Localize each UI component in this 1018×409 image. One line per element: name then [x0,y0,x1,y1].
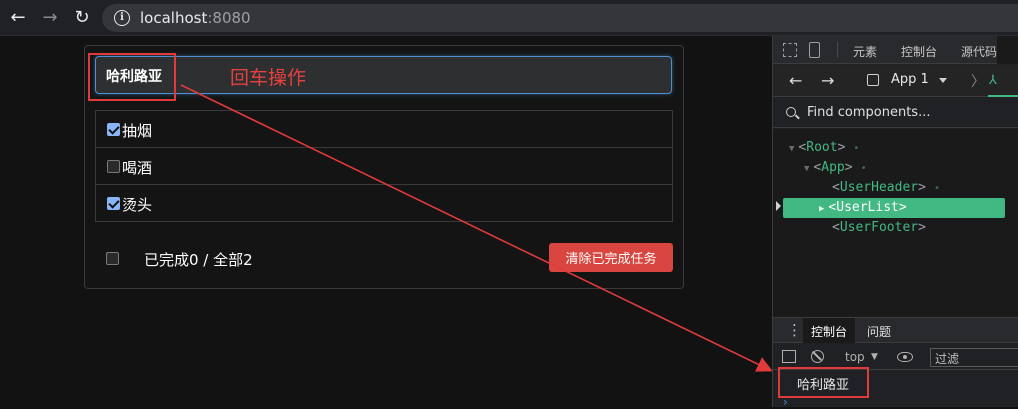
tree-node-userlist[interactable]: ▶ <UserList> [783,198,1005,218]
toolbar-divider [837,42,838,58]
collapse-triangle-icon: ▼ [804,164,810,174]
tree-node-label: UserFooter [839,220,919,235]
forward-arrow-icon[interactable]: → [38,6,62,30]
tree-node-label: UserHeader [839,180,919,195]
sidebar-toggle-icon[interactable] [782,350,796,363]
devtools-tabbar: 元素 控制台 源代码 [773,36,1018,64]
todo-input[interactable]: 哈利路亚 [95,56,672,94]
node-dot-icon: • [933,183,940,194]
tree-node-label: UserList [836,200,899,215]
find-components-input[interactable]: Find components... [807,105,930,120]
console-filter-input[interactable]: 过滤 [930,348,1018,367]
url-text: localhost:8080 [140,9,251,27]
url-port: :8080 [207,9,251,27]
active-tab-indicator [988,95,1018,97]
devtools-panel: 元素 控制台 源代码 ← → App 1 〉 ⅄ Find components… [772,36,1018,409]
annotation-input-box [88,53,176,101]
tab-overflow-strip [997,36,1018,64]
todo-app: 哈利路亚 回车操作 抽烟 喝酒 烫头 已完成0 / 全部2 清除已完成任务 [84,45,684,289]
device-toolbar-icon[interactable] [809,42,820,58]
chevron-down-icon[interactable]: ▼ [871,352,878,362]
context-selector[interactable]: top [845,350,865,364]
selection-marker-icon [776,201,781,211]
node-dot-icon: • [860,163,867,174]
tree-node-root[interactable]: ▼ <Root> • [789,138,859,158]
tree-node-app[interactable]: ▼ <App> • [804,158,867,178]
info-icon[interactable]: i [114,10,130,26]
node-dot-icon: • [853,143,860,154]
drawer-tab-console[interactable]: 控制台 [803,318,856,343]
browser-toolbar: ← → ↻ i localhost:8080 [0,0,1018,36]
tree-node-label: App [821,160,845,175]
todo-item: 喝酒 [96,148,672,185]
eye-icon[interactable] [897,352,913,362]
todo-item-checkbox[interactable] [107,197,120,210]
component-tree: ▼ <Root> • ▼ <App> • <UserHeader> • ▶ <UserLis… [773,129,1018,317]
annotation-label: 回车操作 [230,67,307,89]
search-icon [786,107,796,117]
tab-console[interactable]: 控制台 [901,43,937,60]
todo-item: 抽烟 [96,111,672,148]
todo-item-checkbox[interactable] [107,160,120,173]
vue-devtools-bar: ← → App 1 〉 ⅄ [773,65,1018,97]
more-options-icon[interactable]: ⋮ [787,321,802,339]
reload-icon[interactable]: ↻ [70,6,94,30]
drawer-tabbar: ⋮ 控制台 问题 [773,317,1018,343]
completion-status: 已完成0 / 全部2 [144,251,253,269]
select-all-checkbox[interactable] [106,252,119,265]
vue-forward-icon[interactable]: → [821,71,834,90]
clear-completed-button[interactable]: 清除已完成任务 [549,243,673,272]
drawer-tab-issues[interactable]: 问题 [867,323,891,340]
address-bar[interactable]: i localhost:8080 [102,4,1018,32]
tab-elements[interactable]: 元素 [853,43,877,60]
inspect-icon[interactable] [783,43,797,57]
todo-item-text: 喝酒 [122,159,153,177]
tab-sources[interactable]: 源代码 [961,43,997,60]
todo-item-checkbox[interactable] [107,123,120,136]
chevron-right-icon[interactable]: 〉 [971,71,985,91]
back-arrow-icon[interactable]: ← [6,6,30,30]
component-tree-icon[interactable]: ⅄ [989,73,1005,89]
app-window-icon [867,74,879,86]
find-components-bar[interactable]: Find components... [773,98,1018,128]
url-host: localhost [140,9,208,27]
todo-item-text: 抽烟 [122,122,153,140]
clear-console-icon[interactable] [811,350,824,363]
vue-back-icon[interactable]: ← [789,71,802,90]
app-selector[interactable]: App 1 [891,72,929,87]
tree-node-userheader[interactable]: <UserHeader> • [832,178,940,198]
chevron-down-icon[interactable] [939,78,947,83]
todo-item: 烫头 [96,185,672,222]
todo-item-text: 烫头 [122,196,153,214]
annotation-log-box [778,367,869,398]
console-output: 哈利路亚 › [773,367,1018,409]
expand-triangle-icon: ▶ [819,204,825,214]
tree-node-label: Root [806,140,838,155]
todo-list: 抽烟 喝酒 烫头 [95,110,673,222]
collapse-triangle-icon: ▼ [789,144,795,154]
tree-node-userfooter[interactable]: <UserFooter> [832,218,926,238]
